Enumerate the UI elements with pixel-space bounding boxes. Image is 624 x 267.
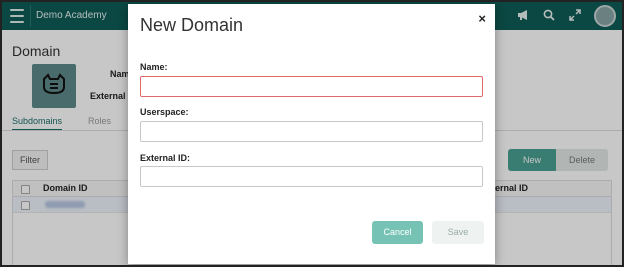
- close-icon[interactable]: ×: [478, 11, 486, 26]
- name-field[interactable]: [140, 76, 483, 97]
- app-window: Demo Academy Domain Nam External Subdoma…: [2, 2, 622, 265]
- dialog-title: New Domain: [140, 15, 244, 35]
- save-button[interactable]: Save: [432, 221, 484, 244]
- external-id-label: External ID:: [140, 153, 191, 163]
- external-id-field[interactable]: [140, 166, 483, 187]
- userspace-label: Userspace:: [140, 107, 189, 117]
- new-domain-dialog: New Domain × Name: Userspace: External I…: [128, 4, 495, 264]
- userspace-field[interactable]: [140, 121, 483, 142]
- cancel-button[interactable]: Cancel: [372, 221, 423, 244]
- name-label: Name:: [140, 62, 168, 72]
